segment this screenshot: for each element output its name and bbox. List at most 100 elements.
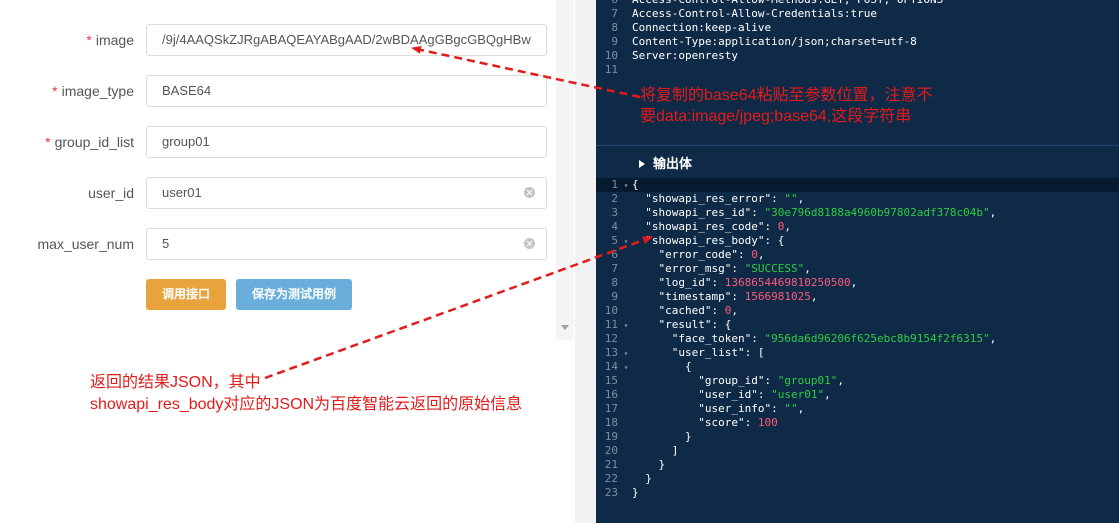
form-scrollbar[interactable]: [556, 0, 574, 340]
json-token: "": [784, 402, 798, 415]
json-token: "user_info":: [698, 402, 785, 415]
json-token: "showapi_res_id":: [645, 206, 765, 219]
json-token: }: [632, 486, 639, 499]
json-token: ,: [797, 192, 805, 205]
json-line: 2 "showapi_res_error": "",: [596, 192, 1119, 206]
line-number: 7: [611, 262, 618, 275]
fold-toggle-icon[interactable]: ▾: [620, 319, 632, 333]
json-token: ,: [837, 374, 844, 387]
line-number: 9: [611, 35, 618, 48]
save-test-case-button[interactable]: 保存为测试用例: [236, 279, 352, 310]
image-type-input[interactable]: BASE64: [146, 75, 547, 107]
line-number: 3: [611, 206, 618, 219]
json-line: 4 "showapi_res_code": 0,: [596, 220, 1119, 234]
header-text: Content-Type:application/json;charset=ut…: [632, 35, 917, 48]
header-line: 9 Content-Type:application/json;charset=u…: [596, 35, 1119, 49]
paste-annotation: 将复制的base64粘贴至参数位置，注意不 要data:image/jpeg;b…: [640, 85, 933, 127]
annotation-line: 要data:image/jpeg;base64,这段字符串: [640, 108, 912, 125]
json-line: 6 "error_code": 0,: [596, 248, 1119, 262]
header-text: Connection:keep-alive: [632, 21, 772, 34]
json-token: 0: [751, 248, 758, 261]
json-token: ,: [850, 276, 858, 289]
annotation-line: 返回的结果JSON，其中: [90, 374, 261, 391]
api-test-form: * image/9j/4AAQSkZJRgABAQEAYABgAAD/2wBDAA…: [0, 0, 575, 523]
line-number: 8: [611, 276, 618, 289]
json-line: 19 }: [596, 430, 1119, 444]
json-token: "SUCCESS": [744, 262, 805, 275]
json-token: "group_id":: [698, 374, 778, 387]
field-label: max_user_num: [38, 228, 135, 260]
max-user-num-input[interactable]: 5: [146, 228, 547, 260]
json-token: ,: [989, 332, 997, 345]
input-value: BASE64: [162, 83, 212, 98]
scroll-down-arrow-icon[interactable]: [561, 325, 569, 330]
header-text: Access-Control-Allow-Methods:GET, POST, …: [632, 0, 943, 6]
call-api-button[interactable]: 调用接口: [146, 279, 226, 310]
fold-toggle-icon[interactable]: ▾: [620, 347, 632, 361]
json-token: }: [658, 458, 666, 471]
json-line: 1 ▾{: [596, 178, 1119, 192]
line-number: 23: [604, 486, 618, 499]
line-number: 15: [604, 374, 618, 387]
input-value: /9j/4AAQSkZJRgABAQEAYABgAAD/2wBDAAgGBgcG…: [162, 32, 531, 47]
form-row-max-user-num: max_user_num 5: [0, 228, 560, 260]
json-token: 1368654469810250500: [724, 276, 851, 289]
json-token: ,: [824, 388, 831, 401]
user-id-input[interactable]: user01: [146, 177, 547, 209]
field-label: * image: [86, 24, 134, 56]
fold-toggle-icon[interactable]: ▾: [620, 361, 632, 375]
json-token: "result":: [658, 318, 725, 331]
json-line: 21 }: [596, 458, 1119, 472]
line-number: 10: [604, 49, 618, 62]
json-token: 1566981025: [744, 290, 811, 303]
line-number: 4: [611, 220, 618, 233]
output-body-toggle[interactable]: 输出体: [639, 153, 692, 172]
json-token: "error_msg":: [658, 262, 745, 275]
fold-toggle-icon[interactable]: ▾: [620, 179, 632, 193]
json-line: 5 ▾ "showapi_res_body": {: [596, 234, 1119, 248]
annotation-line: 将复制的base64粘贴至参数位置，注意不: [640, 87, 933, 104]
caret-right-icon: [639, 160, 645, 168]
line-number: 22: [604, 472, 618, 485]
json-line: 23}: [596, 486, 1119, 500]
line-number: 18: [604, 416, 618, 429]
line-number: 6: [596, 0, 632, 7]
input-value: 5: [162, 236, 170, 251]
label-text: user_id: [88, 185, 134, 201]
json-token: ,: [989, 206, 997, 219]
group-id-list-input[interactable]: group01: [146, 126, 547, 158]
json-token: ]: [671, 444, 679, 457]
clear-icon[interactable]: [524, 187, 535, 198]
json-token: "showapi_res_body":: [645, 234, 778, 247]
json-token: 100: [757, 416, 778, 429]
form-row-group-id-list: * group_id_list group01: [0, 126, 560, 158]
clear-icon[interactable]: [524, 238, 535, 249]
json-code-editor[interactable]: 1 ▾{2 "showapi_res_error": "", 3 "showapi_…: [596, 178, 1119, 500]
image-input[interactable]: /9j/4AAQSkZJRgABAQEAYABgAAD/2wBDAAgGBgcG…: [146, 24, 547, 56]
header-line: 11: [596, 63, 1119, 77]
required-mark: *: [52, 83, 58, 99]
json-token: {: [724, 318, 732, 331]
json-token: "956da6d96206f625ebc8b9154f2f6315": [764, 332, 990, 345]
section-divider: [596, 145, 1119, 146]
label-text: image_type: [61, 83, 134, 99]
field-label: * image_type: [52, 75, 134, 107]
line-number: 10: [604, 304, 618, 317]
line-number: 19: [604, 430, 618, 443]
field-label: user_id: [88, 177, 134, 209]
form-row-user-id: user_id user01: [0, 177, 560, 209]
fold-toggle-icon[interactable]: ▾: [620, 235, 632, 249]
label-text: max_user_num: [37, 236, 135, 252]
json-line: 17 "user_info": "",: [596, 402, 1119, 416]
json-token: "user_list":: [671, 346, 758, 359]
line-number: 7: [611, 7, 618, 20]
json-token: ,: [757, 248, 765, 261]
json-line: 3 "showapi_res_id": "30e796d8188a4960b97…: [596, 206, 1119, 220]
json-token: "score":: [698, 416, 758, 429]
line-number: 12: [604, 332, 618, 345]
form-row-image: * image/9j/4AAQSkZJRgABAQEAYABgAAD/2wBDAA…: [0, 24, 560, 56]
header-line: 6Access-Control-Allow-Methods:GET, POST,…: [596, 0, 1119, 7]
json-token: ,: [784, 220, 791, 233]
response-headers: 6Access-Control-Allow-Methods:GET, POST,…: [596, 0, 1119, 77]
label-text: image: [95, 32, 134, 48]
